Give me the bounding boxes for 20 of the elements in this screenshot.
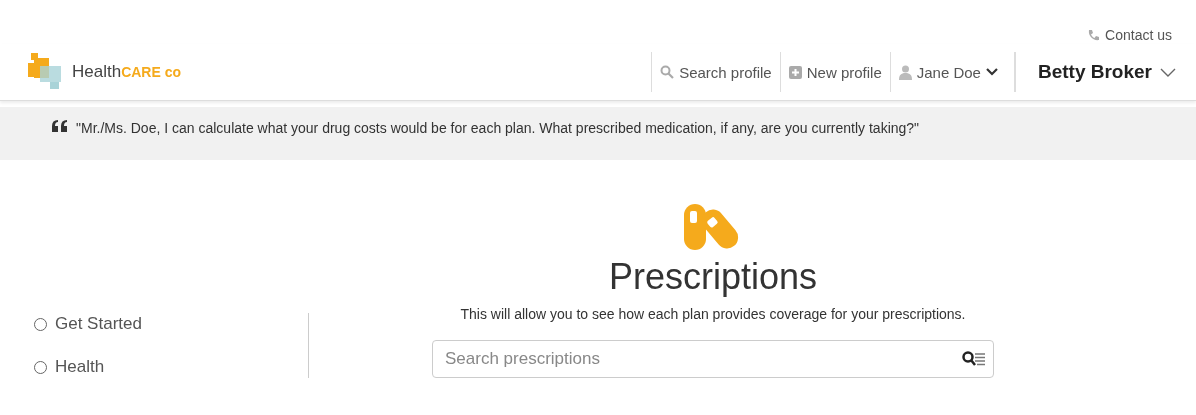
page-title: Prescriptions (608, 256, 818, 298)
add-nav-button[interactable]: New profile (779, 52, 890, 92)
chevron-down-icon (985, 68, 998, 76)
user-menu[interactable]: Betty Broker (1014, 52, 1176, 92)
chevron-down-icon (1160, 67, 1176, 77)
contact-link[interactable]: Contact us (1087, 26, 1172, 44)
plus-square-icon (788, 65, 802, 79)
search-icon (660, 65, 675, 79)
page-subtitle: This will allow you to see how each plan provides coverage for your prescriptions. (460, 306, 966, 322)
phone-icon (1087, 28, 1101, 42)
search-list-icon (962, 351, 986, 367)
quote-icon (52, 120, 68, 132)
step-item[interactable]: Get Started (0, 313, 308, 335)
search-nav-button[interactable]: Search profile (651, 52, 780, 92)
search-field[interactable]: Search prescriptions (432, 340, 994, 378)
brand-name: HealthCARE co (72, 62, 182, 82)
script-text: "Mr./Ms. Doe, I can calculate what your drug costs would be for each plan. What prescribed medication, if any, are you currently taking?" (76, 120, 920, 136)
step-item[interactable]: Health (0, 356, 308, 378)
profile-nav-button[interactable]: Jane Doe (889, 52, 1006, 92)
person-icon (898, 64, 912, 80)
